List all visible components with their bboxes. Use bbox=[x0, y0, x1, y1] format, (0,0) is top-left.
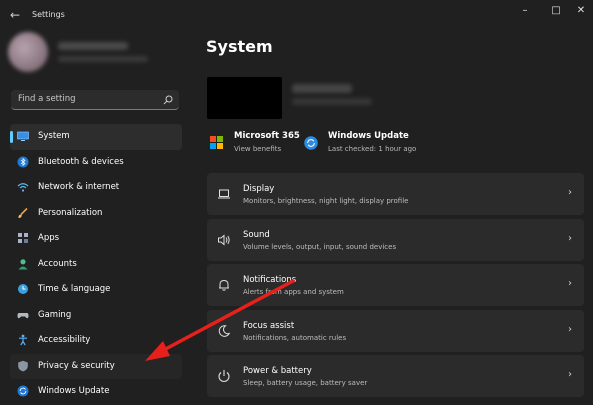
maximize-icon[interactable]: □ bbox=[546, 4, 566, 18]
minimize-icon[interactable]: – bbox=[515, 4, 535, 18]
sidebar-item-network[interactable]: Network & internet bbox=[10, 175, 182, 201]
shield-icon bbox=[18, 360, 28, 371]
sidebar-item-label: Apps bbox=[38, 233, 60, 243]
card-subtitle: Monitors, brightness, night light, displ… bbox=[243, 197, 409, 205]
search-input[interactable]: Find a setting bbox=[11, 90, 179, 110]
card-subtitle: Sleep, battery usage, battery saver bbox=[243, 379, 368, 387]
sidebar-item-label: Privacy & security bbox=[38, 360, 115, 371]
sidebar-nav: System Bluetooth & devices Network & int… bbox=[10, 124, 182, 405]
accessibility-icon bbox=[19, 334, 27, 346]
sidebar-item-apps[interactable]: Apps bbox=[10, 226, 182, 252]
quick-link-subtitle: Last checked: 1 hour ago bbox=[328, 145, 417, 153]
card-title: Power & battery bbox=[243, 366, 312, 376]
device-detail-blurred bbox=[292, 98, 372, 105]
chevron-right-icon: › bbox=[568, 323, 572, 335]
bell-icon bbox=[219, 279, 229, 291]
sidebar-item-time-language[interactable]: Time & language bbox=[10, 277, 182, 303]
sidebar-item-privacy-security[interactable]: Privacy & security bbox=[10, 353, 182, 379]
card-subtitle: Volume levels, output, input, sound devi… bbox=[243, 242, 397, 251]
card-title: Notifications bbox=[243, 275, 297, 285]
search-placeholder: Find a setting bbox=[18, 94, 76, 104]
power-icon bbox=[218, 370, 230, 383]
sidebar-item-accessibility[interactable]: Accessibility bbox=[10, 328, 182, 354]
sidebar-item-accounts[interactable]: Accounts bbox=[10, 252, 182, 278]
title-bar: ← Settings – □ ✕ bbox=[0, 0, 593, 32]
monitor-icon bbox=[17, 131, 29, 141]
person-icon bbox=[18, 258, 28, 269]
quick-link-subtitle: View benefits bbox=[234, 145, 282, 153]
card-subtitle: Notifications, automatic rules bbox=[243, 333, 347, 342]
wifi-icon bbox=[17, 183, 29, 192]
sidebar-item-label: Time & language bbox=[38, 284, 111, 294]
game-controller-icon bbox=[17, 312, 29, 318]
profile-name-blurred bbox=[58, 42, 128, 50]
sidebar-item-bluetooth[interactable]: Bluetooth & devices bbox=[10, 150, 182, 176]
card-title: Display bbox=[243, 184, 275, 194]
card-display[interactable]: Display Monitors, brightness, night ligh… bbox=[207, 173, 584, 215]
card-title: Sound bbox=[243, 229, 270, 240]
card-subtitle: Alerts from apps and system bbox=[243, 288, 344, 296]
app-title: Settings bbox=[32, 10, 65, 19]
laptop-icon bbox=[218, 189, 230, 199]
quick-link-title: Microsoft 365 bbox=[234, 131, 300, 141]
chevron-right-icon: › bbox=[568, 232, 572, 244]
chevron-right-icon: › bbox=[568, 278, 572, 289]
close-icon[interactable]: ✕ bbox=[571, 4, 591, 18]
sidebar-item-label: Network & internet bbox=[38, 182, 120, 192]
quick-link-title: Windows Update bbox=[328, 131, 409, 141]
globe-clock-icon bbox=[18, 284, 28, 294]
sidebar-item-windows-update[interactable]: Windows Update bbox=[10, 379, 182, 405]
card-title: Focus assist bbox=[243, 320, 295, 331]
back-arrow-icon[interactable]: ← bbox=[10, 8, 20, 22]
moon-icon bbox=[218, 324, 231, 337]
chevron-right-icon: › bbox=[568, 187, 572, 198]
device-image bbox=[207, 77, 282, 119]
sidebar-item-gaming[interactable]: Gaming bbox=[10, 303, 182, 329]
bluetooth-icon bbox=[17, 156, 29, 167]
card-sound[interactable]: Sound Volume levels, output, input, soun… bbox=[207, 218, 584, 261]
device-name-blurred bbox=[292, 84, 352, 93]
sidebar-item-personalization[interactable]: Personalization bbox=[10, 201, 182, 227]
chevron-right-icon: › bbox=[568, 369, 572, 380]
sidebar-item-label: Bluetooth & devices bbox=[38, 156, 124, 167]
card-focus-assist[interactable]: Focus assist Notifications, automatic ru… bbox=[207, 309, 584, 352]
speaker-icon bbox=[218, 233, 230, 246]
page-title: System bbox=[206, 37, 273, 56]
avatar[interactable] bbox=[8, 32, 48, 72]
paintbrush-icon bbox=[18, 207, 28, 218]
sidebar-item-label: System bbox=[38, 131, 70, 141]
apps-grid-icon bbox=[18, 233, 28, 243]
card-notifications[interactable]: Notifications Alerts from apps and syste… bbox=[207, 264, 584, 306]
card-power-battery[interactable]: Power & battery Sleep, battery usage, ba… bbox=[207, 355, 584, 397]
microsoft-logo-icon bbox=[210, 136, 223, 149]
sidebar-item-label: Accounts bbox=[38, 258, 77, 269]
profile-email-blurred bbox=[58, 56, 148, 62]
search-icon bbox=[163, 95, 173, 105]
sidebar-item-system[interactable]: System bbox=[10, 124, 182, 150]
sidebar-item-label: Personalization bbox=[38, 207, 103, 218]
refresh-icon bbox=[17, 385, 29, 397]
windows-update-icon bbox=[304, 136, 318, 150]
sidebar-item-label: Gaming bbox=[38, 309, 72, 320]
settings-list: Display Monitors, brightness, night ligh… bbox=[207, 173, 584, 401]
sidebar-item-label: Accessibility bbox=[38, 335, 91, 345]
